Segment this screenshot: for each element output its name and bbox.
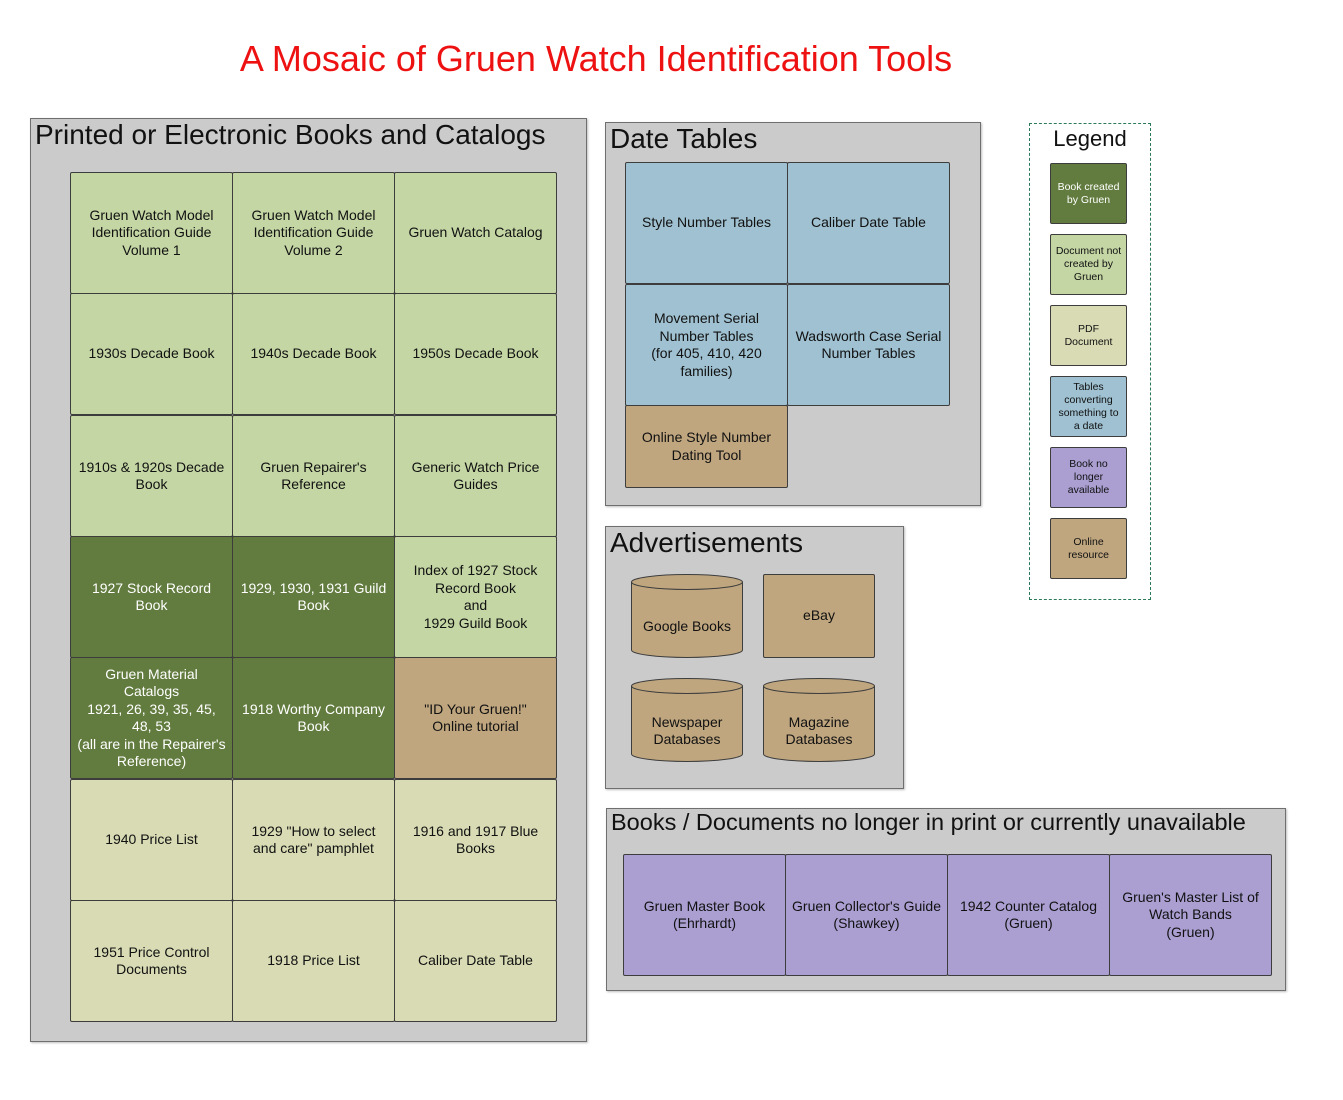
book-tile-index-of-1927-stock-record-book-and-1929: Index of 1927 Stock Record Book and 1929… xyxy=(394,536,557,658)
book-tile-1950s-decade-book: 1950s Decade Book xyxy=(394,293,557,415)
cylinder-top xyxy=(763,678,875,694)
legend-swatch-book-by-gruen: Book created by Gruen xyxy=(1050,163,1127,224)
legend-swatch-date-tables: Tables converting something to a date xyxy=(1050,376,1127,437)
unavailable-tile-1942-counter-catalog-gruen: 1942 Counter Catalog (Gruen) xyxy=(947,854,1110,976)
cylinder-top xyxy=(631,574,743,590)
book-tile-gruen-watch-catalog: Gruen Watch Catalog xyxy=(394,172,557,294)
ad-cylinder-google-books: Google Books xyxy=(631,574,743,658)
date-tile-online-style-number-dating-tool: Online Style Number Dating Tool xyxy=(625,405,788,488)
unavailable-panel-title: Books / Documents no longer in print or … xyxy=(611,809,1246,835)
book-tile-gruen-watch-model-identification-guide-v: Gruen Watch Model Identification Guide V… xyxy=(232,172,395,294)
ad-cylinder-label: Newspaper Databases xyxy=(651,713,723,748)
book-tile-gruen-material-catalogs-1921-26-39-35-45: Gruen Material Catalogs 1921, 26, 39, 35… xyxy=(70,657,233,779)
book-tile-1918-worthy-company-book: 1918 Worthy Company Book xyxy=(232,657,395,779)
ad-cylinder-label: Google Books xyxy=(643,618,731,635)
legend-swatch-pdf-document: PDF Document xyxy=(1050,305,1127,366)
book-tile-1940-price-list: 1940 Price List xyxy=(70,779,233,901)
legend-swatch-no-longer-available: Book no longer available xyxy=(1050,447,1127,508)
legend: Legend Book created by Gruen Document not… xyxy=(1029,123,1151,600)
diagram-title: A Mosaic of Gruen Watch Identification T… xyxy=(239,38,953,79)
cylinder-top xyxy=(631,678,743,694)
legend-swatch-document-not-by-gruen: Document not created by Gruen xyxy=(1050,234,1127,295)
book-tile-generic-watch-price-guides: Generic Watch Price Guides xyxy=(394,415,557,537)
book-tile-gruen-watch-model-identification-guide-v: Gruen Watch Model Identification Guide V… xyxy=(70,172,233,294)
book-tile-caliber-date-table: Caliber Date Table xyxy=(394,900,557,1022)
unavailable-tile-gruen-collector-s-guide-shawkey: Gruen Collector's Guide (Shawkey) xyxy=(785,854,948,976)
unavailable-tile-gruen-master-book-ehrhardt: Gruen Master Book (Ehrhardt) xyxy=(623,854,786,976)
date-tile-caliber-date-table: Caliber Date Table xyxy=(787,162,950,284)
legend-title: Legend xyxy=(1053,126,1127,151)
date-tile-style-number-tables: Style Number Tables xyxy=(625,162,788,284)
date-tile-movement-serial-number-tables-for-405-41: Movement Serial Number Tables (for 405, … xyxy=(625,284,788,406)
book-tile-1930s-decade-book: 1930s Decade Book xyxy=(70,293,233,415)
book-tile-1929-1930-1931-guild-book: 1929, 1930, 1931 Guild Book xyxy=(232,536,395,658)
book-tile-gruen-repairer-s-reference: Gruen Repairer's Reference xyxy=(232,415,395,537)
book-tile-1927-stock-record-book: 1927 Stock Record Book xyxy=(70,536,233,658)
unavailable-tile-gruen-s-master-list-of-watch-bands-gruen: Gruen's Master List of Watch Bands (Grue… xyxy=(1109,854,1272,976)
book-tile-1940s-decade-book: 1940s Decade Book xyxy=(232,293,395,415)
date-tables-panel-title: Date Tables xyxy=(610,123,758,154)
advertisements-panel-title: Advertisements xyxy=(610,527,803,558)
date-tile-wadsworth-case-serial-number-tables: Wadsworth Case Serial Number Tables xyxy=(787,284,950,406)
books-catalogs-panel-title: Printed or Electronic Books and Catalogs xyxy=(35,119,546,150)
legend-swatch-online-resource: Online resource xyxy=(1050,518,1127,579)
book-tile-1910s-1920s-decade-book: 1910s & 1920s Decade Book xyxy=(70,415,233,537)
ad-cylinder-magazine-databases: Magazine Databases xyxy=(763,678,875,762)
book-tile-1929-how-to-select-and-care-pamphlet: 1929 "How to select and care" pamphlet xyxy=(232,779,395,901)
ad-cylinder-newspaper-databases: Newspaper Databases xyxy=(631,678,743,762)
book-tile-1916-and-1917-blue-books: 1916 and 1917 Blue Books xyxy=(394,779,557,901)
book-tile-1918-price-list: 1918 Price List xyxy=(232,900,395,1022)
ad-cylinder-label: Magazine Databases xyxy=(785,713,853,748)
book-tile-1951-price-control-documents: 1951 Price Control Documents xyxy=(70,900,233,1022)
ad-box-ebay: eBay xyxy=(763,574,875,658)
book-tile-id-your-gruen-online-tutorial: "ID Your Gruen!" Online tutorial xyxy=(394,657,557,779)
